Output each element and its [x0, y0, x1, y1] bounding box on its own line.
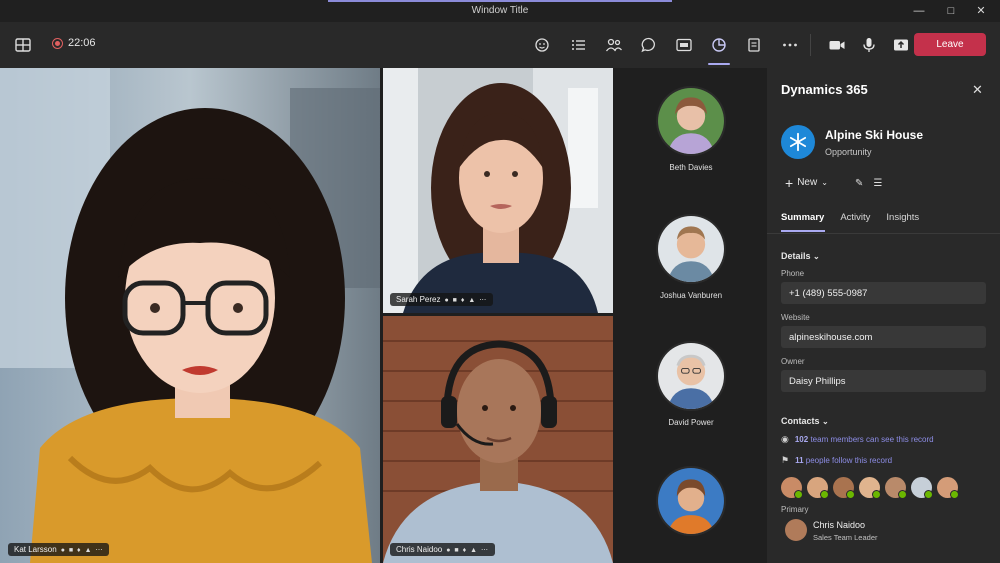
panel-title: Dynamics 365 [781, 82, 868, 97]
active-app-indicator [708, 63, 730, 65]
website-field[interactable]: alpineskihouse.com [781, 326, 986, 348]
tab-divider [767, 233, 1000, 234]
eye-icon: ◉ [781, 434, 789, 444]
phone-label: Phone [781, 269, 805, 278]
list-icon[interactable] [568, 34, 590, 56]
tab-insights[interactable]: Insights [886, 212, 919, 223]
roster-item[interactable] [615, 466, 767, 543]
camera-icon[interactable] [826, 34, 848, 56]
team-visibility-info[interactable]: ◉ 102 team members can see this record [781, 434, 934, 445]
participant-roster: Beth Davies Joshua Vanburen David Power [615, 68, 767, 563]
participant-status-icons: ● ■ ♦ ▲ ⋯ [446, 546, 489, 554]
title-accent [328, 0, 672, 2]
reactions-icon[interactable] [532, 34, 554, 56]
snowflake-icon [789, 132, 807, 152]
chat-icon[interactable] [638, 34, 660, 56]
active-tab-indicator [781, 230, 825, 232]
video-feed [0, 68, 380, 563]
chevron-down-icon: ⌄ [821, 178, 828, 187]
avatar[interactable] [937, 477, 959, 499]
avatar [656, 341, 726, 411]
record-tools: ✎ ☰ [855, 178, 882, 189]
recording-icon [52, 37, 63, 49]
close-window-icon[interactable]: ✕ [972, 3, 990, 19]
notes-icon[interactable] [743, 34, 765, 56]
toolbar-separator [810, 34, 811, 56]
video-tile-sarah-perez[interactable]: Sarah Perez ● ■ ♦ ▲ ⋯ [383, 68, 613, 313]
video-tile-chris-naidoo[interactable]: Chris Naidoo ● ■ ♦ ▲ ⋯ [383, 316, 613, 563]
avatar[interactable] [781, 477, 803, 499]
video-feed [383, 68, 613, 313]
phone-field[interactable]: +1 (489) 555-0987 [781, 282, 986, 304]
meeting-toolbar: 22:06 [0, 22, 1000, 68]
dynamics-app-icon[interactable] [708, 34, 730, 56]
avatar[interactable] [785, 519, 807, 541]
layout-grid-icon[interactable] [12, 34, 34, 56]
followers-info[interactable]: ⚑ 11 people follow this record [781, 455, 892, 466]
avatar [656, 466, 726, 536]
record-name[interactable]: Alpine Ski House [825, 128, 923, 142]
tab-activity[interactable]: Activity [840, 212, 870, 223]
roster-item[interactable]: David Power [615, 341, 767, 427]
avatar[interactable] [859, 477, 881, 499]
video-feed [383, 316, 613, 563]
details-section-header[interactable]: Details ⌄ [781, 251, 820, 261]
edit-icon[interactable]: ✎ [855, 178, 863, 189]
participant-name-tag: Chris Naidoo ● ■ ♦ ▲ ⋯ [390, 543, 495, 556]
primary-contact-role: Sales Team Leader [813, 533, 878, 542]
avatar[interactable] [833, 477, 855, 499]
plus-icon: + [785, 174, 794, 191]
more-options-icon[interactable] [779, 34, 801, 56]
record-tabs: Summary Activity Insights [781, 212, 919, 223]
dynamics-panel: Dynamics 365 ✕ Alpine Ski House Opportun… [767, 68, 1000, 563]
follower-avatars [781, 477, 959, 499]
leave-button[interactable]: Leave [914, 33, 986, 56]
tab-summary[interactable]: Summary [781, 212, 824, 223]
share-tray-icon[interactable] [673, 34, 695, 56]
avatar [656, 86, 726, 156]
avatar [656, 214, 726, 284]
participant-status-icons: ● ■ ♦ ▲ ⋯ [60, 546, 104, 554]
title-bar: Window Title — □ ✕ [0, 0, 1000, 22]
avatar[interactable] [807, 477, 829, 499]
details-list-icon[interactable]: ☰ [873, 178, 882, 189]
close-panel-icon[interactable]: ✕ [972, 82, 983, 98]
record-type: Opportunity [825, 147, 872, 157]
people-icon[interactable] [603, 34, 625, 56]
new-button[interactable]: + New ⌄ [785, 174, 828, 191]
roster-item[interactable]: Joshua Vanburen [615, 214, 767, 300]
minimize-icon[interactable]: — [910, 3, 928, 19]
owner-label: Owner [781, 357, 805, 366]
chevron-down-icon: ⌄ [822, 417, 829, 426]
company-logo [781, 125, 815, 159]
contacts-section-header[interactable]: Contacts ⌄ [781, 416, 829, 426]
avatar[interactable] [885, 477, 907, 499]
video-tile-kat-larsson[interactable]: Kat Larsson ● ■ ♦ ▲ ⋯ [0, 68, 380, 563]
share-screen-icon[interactable] [890, 34, 912, 56]
participant-name-tag: Kat Larsson ● ■ ♦ ▲ ⋯ [8, 543, 110, 556]
maximize-icon[interactable]: □ [942, 3, 960, 19]
follow-icon: ⚑ [781, 455, 790, 465]
meeting-timer: 22:06 [52, 37, 96, 49]
avatar[interactable] [911, 477, 933, 499]
participant-name-tag: Sarah Perez ● ■ ♦ ▲ ⋯ [390, 293, 494, 306]
window-title: Window Title [471, 5, 529, 16]
primary-contact-name[interactable]: Chris Naidoo [813, 520, 865, 530]
roster-item[interactable]: Beth Davies [615, 86, 767, 172]
website-label: Website [781, 313, 810, 322]
primary-label: Primary [781, 505, 809, 514]
participant-status-icons: ● ■ ♦ ▲ ⋯ [444, 296, 488, 304]
owner-field[interactable]: Daisy Phillips [781, 370, 986, 392]
microphone-icon[interactable] [858, 34, 880, 56]
chevron-down-icon: ⌄ [813, 252, 820, 261]
